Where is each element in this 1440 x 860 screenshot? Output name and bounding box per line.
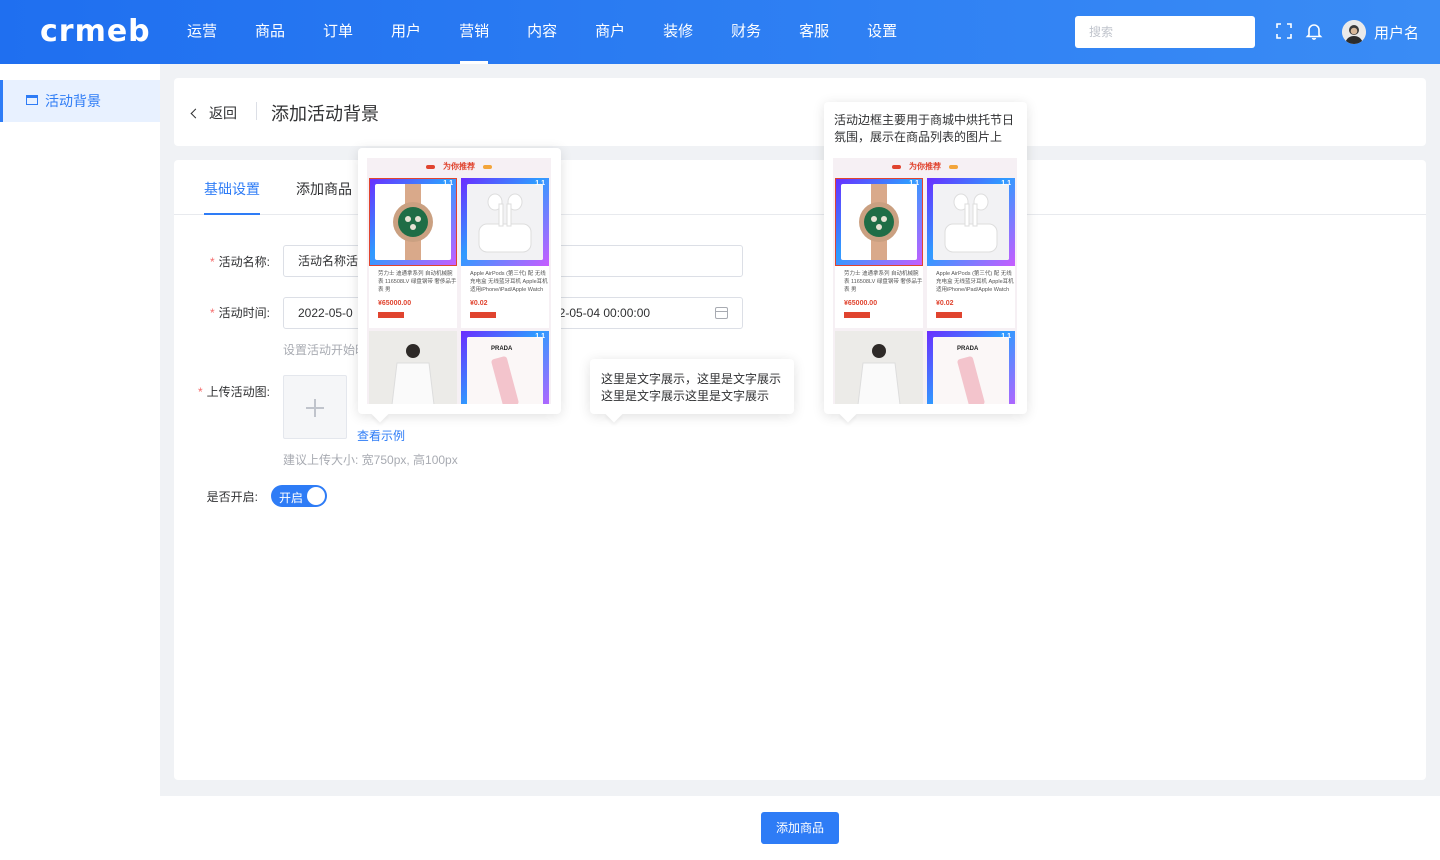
avatar[interactable] [1342,20,1366,44]
product-image: 1.1 [927,178,1015,266]
frame-icon [26,95,38,105]
nav-item-marketing[interactable]: 营销 [440,0,508,64]
preview-image: 为你推荐 1.1 劳力士 迪通拿系列 自动机械腕表 116508LV 绿盘钢带 … [367,158,551,404]
sidebar: 活动背景 [0,64,160,860]
sidebar-item-label: 活动背景 [45,93,101,109]
logo[interactable]: crmeb [40,14,151,49]
add-goods-button[interactable]: 添加商品 [761,812,839,844]
product-image: 1.1 [461,331,549,404]
example-preview-popover: 为你推荐 1.1 劳力士 迪通拿系列 自动机械腕表 116508LV 绿盘钢带 … [358,148,561,423]
nav-item-decoration[interactable]: 装修 [644,0,712,64]
view-example-link[interactable]: 查看示例 [357,427,405,444]
search-input[interactable] [1075,16,1255,48]
bell-icon[interactable] [1305,22,1323,40]
preview-image: 为你推荐 1.1 劳力士 迪通拿系列 自动机械腕表 116508LV 绿盘钢带 … [833,158,1017,404]
tab-basic-settings[interactable]: 基础设置 [204,179,260,215]
preview-product-card: 1.1 PRADA [461,331,549,404]
nav-item-goods[interactable]: 商品 [236,0,304,64]
product-price: ¥65000.00 [378,300,412,307]
product-name: Apple AirPods (第三代) 配 无线充电盒 无线蓝牙耳机 Apple… [936,271,1014,293]
top-header: crmeb 运营 商品 订单 用户 营销 内容 商户 装修 财务 客服 设置 用… [0,0,1440,64]
product-price: ¥0.02 [470,300,488,307]
tooltip-text: 这里是文字展示，这里是文字展示这里是文字展示这里是文字展示 [601,372,782,403]
divider [256,102,257,120]
nav-item-service[interactable]: 客服 [780,0,848,64]
tab-add-goods[interactable]: 添加商品 [296,179,352,199]
product-image [835,331,923,404]
nav-item-merchant[interactable]: 商户 [576,0,644,64]
time-end: 22-05-04 00:00:00 [552,306,651,320]
product-brand: PRADA [491,346,513,352]
preview-product-card: 1.1 劳力士 迪通拿系列 自动机械腕表 116508LV 绿盘钢带 奢侈品手表… [369,178,457,328]
frame-description-popover: 活动边框主要用于商城中烘托节日氛围，展示在商品列表的图片上 为你推荐 1.1 劳… [824,102,1027,423]
preview-product-card [835,331,923,404]
username[interactable]: 用户名 [1374,22,1419,43]
nav-item-operation[interactable]: 运营 [168,0,236,64]
upload-image-label: * 上传活动图: [197,385,270,399]
time-start: 2022-05-0 [298,306,353,320]
preview-header: 为你推荐 [367,158,551,176]
enable-switch[interactable]: 开启 [271,485,327,507]
preview-product-card: 1.1 劳力士 迪通拿系列 自动机械腕表 116508LV 绿盘钢带 奢侈品手表… [835,178,923,328]
calendar-icon [715,307,728,319]
text-tooltip: 这里是文字展示，这里是文字展示这里是文字展示这里是文字展示 [590,359,794,423]
product-image: 1.1 [835,178,923,266]
product-name: 劳力士 迪通拿系列 自动机械腕表 116508LV 绿盘钢带 奢侈品手表 男 [844,271,923,293]
sidebar-item-activity-background[interactable]: 活动背景 [0,80,160,122]
product-image: 1.1 [927,331,1015,404]
product-price: ¥65000.00 [844,300,878,307]
product-brand: PRADA [957,346,979,352]
enable-label: 是否开启: [206,490,258,504]
fullscreen-icon[interactable] [1275,22,1293,40]
back-label: 返回 [209,105,237,121]
frame-description-text: 活动边框主要用于商城中烘托节日氛围，展示在商品列表的图片上 [834,113,1015,144]
preview-product-card: 1.1 Apple AirPods (第三代) 配 无线充电盒 无线蓝牙耳机 A… [461,178,549,328]
upload-image-button[interactable] [283,375,347,439]
page-title: 添加活动背景 [271,104,379,124]
product-price: ¥0.02 [936,300,954,307]
switch-knob [307,487,325,505]
page-header: 返回 添加活动背景 [174,78,1426,146]
chevron-left-icon [190,108,201,119]
preview-header: 为你推荐 [833,158,1017,176]
nav-item-content[interactable]: 内容 [508,0,576,64]
switch-text: 开启 [279,491,304,505]
nav-item-orders[interactable]: 订单 [304,0,372,64]
activity-time-label: * 活动时间: [209,306,270,320]
product-name: Apple AirPods (第三代) 配 无线充电盒 无线蓝牙耳机 Apple… [470,271,548,293]
product-image: 1.1 [369,178,457,266]
preview-product-card: 1.1 Apple AirPods (第三代) 配 无线充电盒 无线蓝牙耳机 A… [927,178,1015,328]
time-hint: 设置活动开始时 [283,343,368,357]
main-nav: 运营 商品 订单 用户 营销 内容 商户 装修 财务 客服 设置 [168,0,916,64]
preview-product-card [369,331,457,404]
nav-item-finance[interactable]: 财务 [712,0,780,64]
nav-item-users[interactable]: 用户 [372,0,440,64]
activity-name-label: * 活动名称: [209,255,270,269]
product-name: 劳力士 迪通拿系列 自动机械腕表 116508LV 绿盘钢带 奢侈品手表 男 [378,271,457,293]
nav-item-settings[interactable]: 设置 [848,0,916,64]
upload-hint: 建议上传大小: 宽750px, 高100px [283,453,458,467]
product-image: 1.1 [461,178,549,266]
preview-product-card: 1.1 PRADA [927,331,1015,404]
product-image [369,331,457,404]
back-button[interactable]: 返回 [190,103,237,123]
